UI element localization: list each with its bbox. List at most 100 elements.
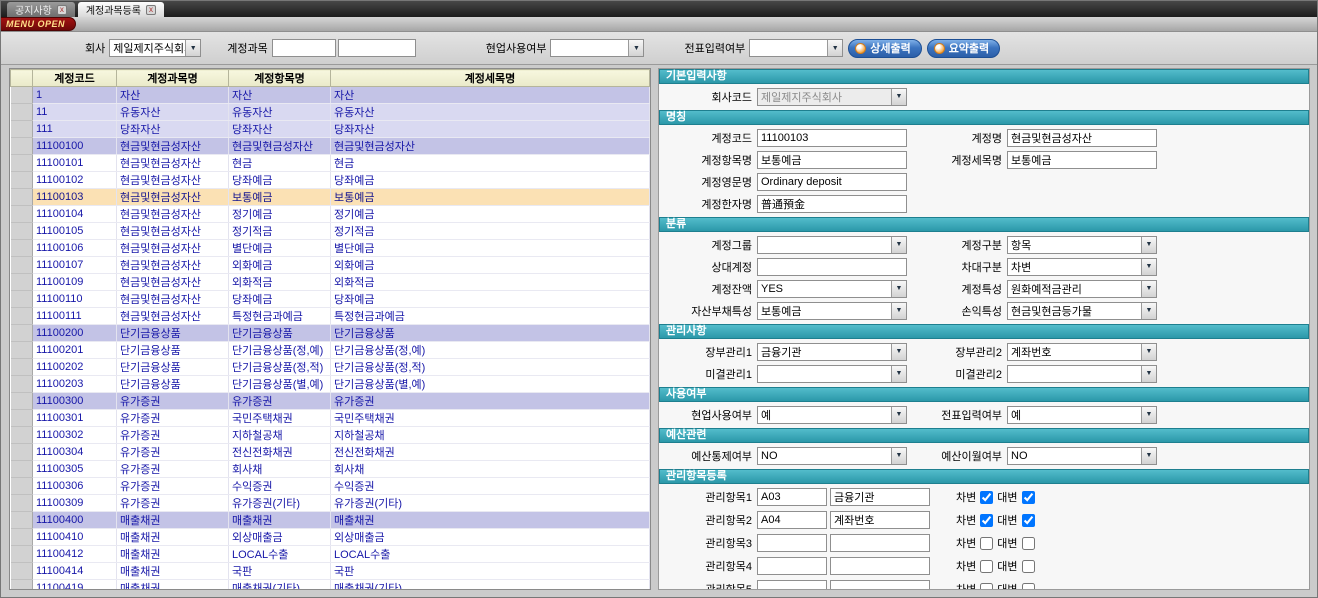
mgmt-item-code-input[interactable] xyxy=(757,534,827,552)
table-row[interactable]: 11유동자산유동자산유동자산 xyxy=(11,104,650,121)
mgmt-item-name-input[interactable] xyxy=(830,557,930,575)
debit-checkbox[interactable] xyxy=(980,537,993,550)
slip-input-detail-select[interactable]: 예 ▼ xyxy=(1007,406,1157,424)
row-selector[interactable] xyxy=(11,529,33,546)
field-use-detail-select[interactable]: 예 ▼ xyxy=(757,406,907,424)
table-row[interactable]: 11100300유가증권유가증권유가증권 xyxy=(11,393,650,410)
table-row[interactable]: 11100203단기금융상품단기금융상품(별,예)단기금융상품(별,예) xyxy=(11,376,650,393)
table-row[interactable]: 11100201단기금융상품단기금융상품(정,예)단기금융상품(정,예) xyxy=(11,342,650,359)
table-row[interactable]: 11100101현금및현금성자산현금현금 xyxy=(11,155,650,172)
table-row[interactable]: 1자산자산자산 xyxy=(11,87,650,104)
table-row[interactable]: 11100110현금및현금성자산당좌예금당좌예금 xyxy=(11,291,650,308)
row-selector[interactable] xyxy=(11,512,33,529)
row-selector[interactable] xyxy=(11,274,33,291)
credit-checkbox[interactable] xyxy=(1022,514,1035,527)
slip-input-select[interactable]: ▼ xyxy=(749,39,843,57)
row-selector[interactable] xyxy=(11,291,33,308)
table-row[interactable]: 11100414매출채권국판국판 xyxy=(11,563,650,580)
budget-control-select[interactable]: NO ▼ xyxy=(757,447,907,465)
table-row[interactable]: 11100100현금및현금성자산현금및현금성자산현금및현금성자산 xyxy=(11,138,650,155)
table-row[interactable]: 11100200단기금융상품단기금융상품단기금융상품 xyxy=(11,325,650,342)
budget-carryover-select[interactable]: NO ▼ xyxy=(1007,447,1157,465)
account-name-input[interactable] xyxy=(338,39,416,57)
row-selector[interactable] xyxy=(11,189,33,206)
row-selector[interactable] xyxy=(11,546,33,563)
debit-credit-gubun-select[interactable]: 차변 ▼ xyxy=(1007,258,1157,276)
mgmt-item-code-input[interactable] xyxy=(757,580,827,590)
account-characteristic-select[interactable]: 원화예적금관리 ▼ xyxy=(1007,280,1157,298)
account-hanja-field[interactable] xyxy=(757,195,907,213)
account-balance-select[interactable]: YES ▼ xyxy=(757,280,907,298)
row-selector[interactable] xyxy=(11,87,33,104)
table-row[interactable]: 11100102현금및현금성자산당좌예금당좌예금 xyxy=(11,172,650,189)
asset-liability-select[interactable]: 보통예금 ▼ xyxy=(757,302,907,320)
menu-open-button[interactable]: MENU OPEN xyxy=(1,17,76,31)
table-row[interactable]: 11100111현금및현금성자산특정현금과예금특정현금과예금 xyxy=(11,308,650,325)
table-row[interactable]: 11100302유가증권지하철공채지하철공채 xyxy=(11,427,650,444)
mgmt-item-name-input[interactable] xyxy=(830,534,930,552)
credit-checkbox[interactable] xyxy=(1022,560,1035,573)
row-selector[interactable] xyxy=(11,223,33,240)
account-english-field[interactable] xyxy=(757,173,907,191)
tab-notice[interactable]: 공지사항 x xyxy=(7,2,75,17)
row-selector[interactable] xyxy=(11,240,33,257)
row-selector[interactable] xyxy=(11,478,33,495)
row-selector[interactable] xyxy=(11,580,33,591)
open-manage2-select[interactable]: ▼ xyxy=(1007,365,1157,383)
row-selector[interactable] xyxy=(11,257,33,274)
account-name-field[interactable] xyxy=(1007,129,1157,147)
mgmt-item-name-input[interactable] xyxy=(830,488,930,506)
row-selector[interactable] xyxy=(11,461,33,478)
row-selector[interactable] xyxy=(11,393,33,410)
account-code-field[interactable] xyxy=(757,129,907,147)
detail-print-button[interactable]: 상세출력 xyxy=(848,39,921,58)
row-selector[interactable] xyxy=(11,444,33,461)
row-selector[interactable] xyxy=(11,104,33,121)
company-code-select[interactable]: 제일제지주식회사 ▼ xyxy=(757,88,907,106)
row-selector[interactable] xyxy=(11,308,33,325)
mgmt-item-code-input[interactable] xyxy=(757,557,827,575)
row-selector[interactable] xyxy=(11,495,33,512)
close-icon[interactable]: x xyxy=(57,5,67,15)
table-row[interactable]: 11100410매출채권외상매출금외상매출금 xyxy=(11,529,650,546)
account-group-select[interactable]: ▼ xyxy=(757,236,907,254)
table-row[interactable]: 11100109현금및현금성자산외화적금외화적금 xyxy=(11,274,650,291)
table-row[interactable]: 11100305유가증권회사채회사채 xyxy=(11,461,650,478)
table-row[interactable]: 11100400매출채권매출채권매출채권 xyxy=(11,512,650,529)
profit-loss-select[interactable]: 현금및현금등가물 ▼ xyxy=(1007,302,1157,320)
mgmt-item-name-input[interactable] xyxy=(830,580,930,590)
tab-account-registration[interactable]: 계정과목등록 x xyxy=(78,2,164,17)
table-row[interactable]: 11100306유가증권수익증권수익증권 xyxy=(11,478,650,495)
debit-checkbox[interactable] xyxy=(980,491,993,504)
table-row[interactable]: 11100301유가증권국민주택채권국민주택채권 xyxy=(11,410,650,427)
row-selector[interactable] xyxy=(11,410,33,427)
account-item-field[interactable] xyxy=(757,151,907,169)
table-row[interactable]: 11100107현금및현금성자산외화예금외화예금 xyxy=(11,257,650,274)
mgmt-item-code-input[interactable] xyxy=(757,488,827,506)
account-gubun-select[interactable]: 항목 ▼ xyxy=(1007,236,1157,254)
row-selector[interactable] xyxy=(11,138,33,155)
book-manage1-select[interactable]: 금융기관 ▼ xyxy=(757,343,907,361)
row-selector[interactable] xyxy=(11,155,33,172)
table-row[interactable]: 11100106현금및현금성자산별단예금별단예금 xyxy=(11,240,650,257)
company-select[interactable]: 제일제지주식회사 ▼ xyxy=(109,39,201,57)
debit-checkbox[interactable] xyxy=(980,583,993,591)
table-row[interactable]: 11100104현금및현금성자산정기예금정기예금 xyxy=(11,206,650,223)
close-icon[interactable]: x xyxy=(146,5,156,15)
row-selector[interactable] xyxy=(11,359,33,376)
summary-print-button[interactable]: 요약출력 xyxy=(927,39,1000,58)
open-manage1-select[interactable]: ▼ xyxy=(757,365,907,383)
credit-checkbox[interactable] xyxy=(1022,491,1035,504)
debit-checkbox[interactable] xyxy=(980,514,993,527)
account-code-input[interactable] xyxy=(272,39,336,57)
credit-checkbox[interactable] xyxy=(1022,537,1035,550)
table-row[interactable]: 11100103현금및현금성자산보통예금보통예금 xyxy=(11,189,650,206)
table-row[interactable]: 11100419매출채권매출채권(기타)매출채권(기타) xyxy=(11,580,650,591)
table-row[interactable]: 11100309유가증권유가증권(기타)유가증권(기타) xyxy=(11,495,650,512)
row-selector[interactable] xyxy=(11,121,33,138)
row-selector[interactable] xyxy=(11,172,33,189)
row-selector[interactable] xyxy=(11,206,33,223)
table-row[interactable]: 11100202단기금융상품단기금융상품(정,적)단기금융상품(정,적) xyxy=(11,359,650,376)
mgmt-item-code-input[interactable] xyxy=(757,511,827,529)
table-row[interactable]: 11100412매출채권LOCAL수출LOCAL수출 xyxy=(11,546,650,563)
